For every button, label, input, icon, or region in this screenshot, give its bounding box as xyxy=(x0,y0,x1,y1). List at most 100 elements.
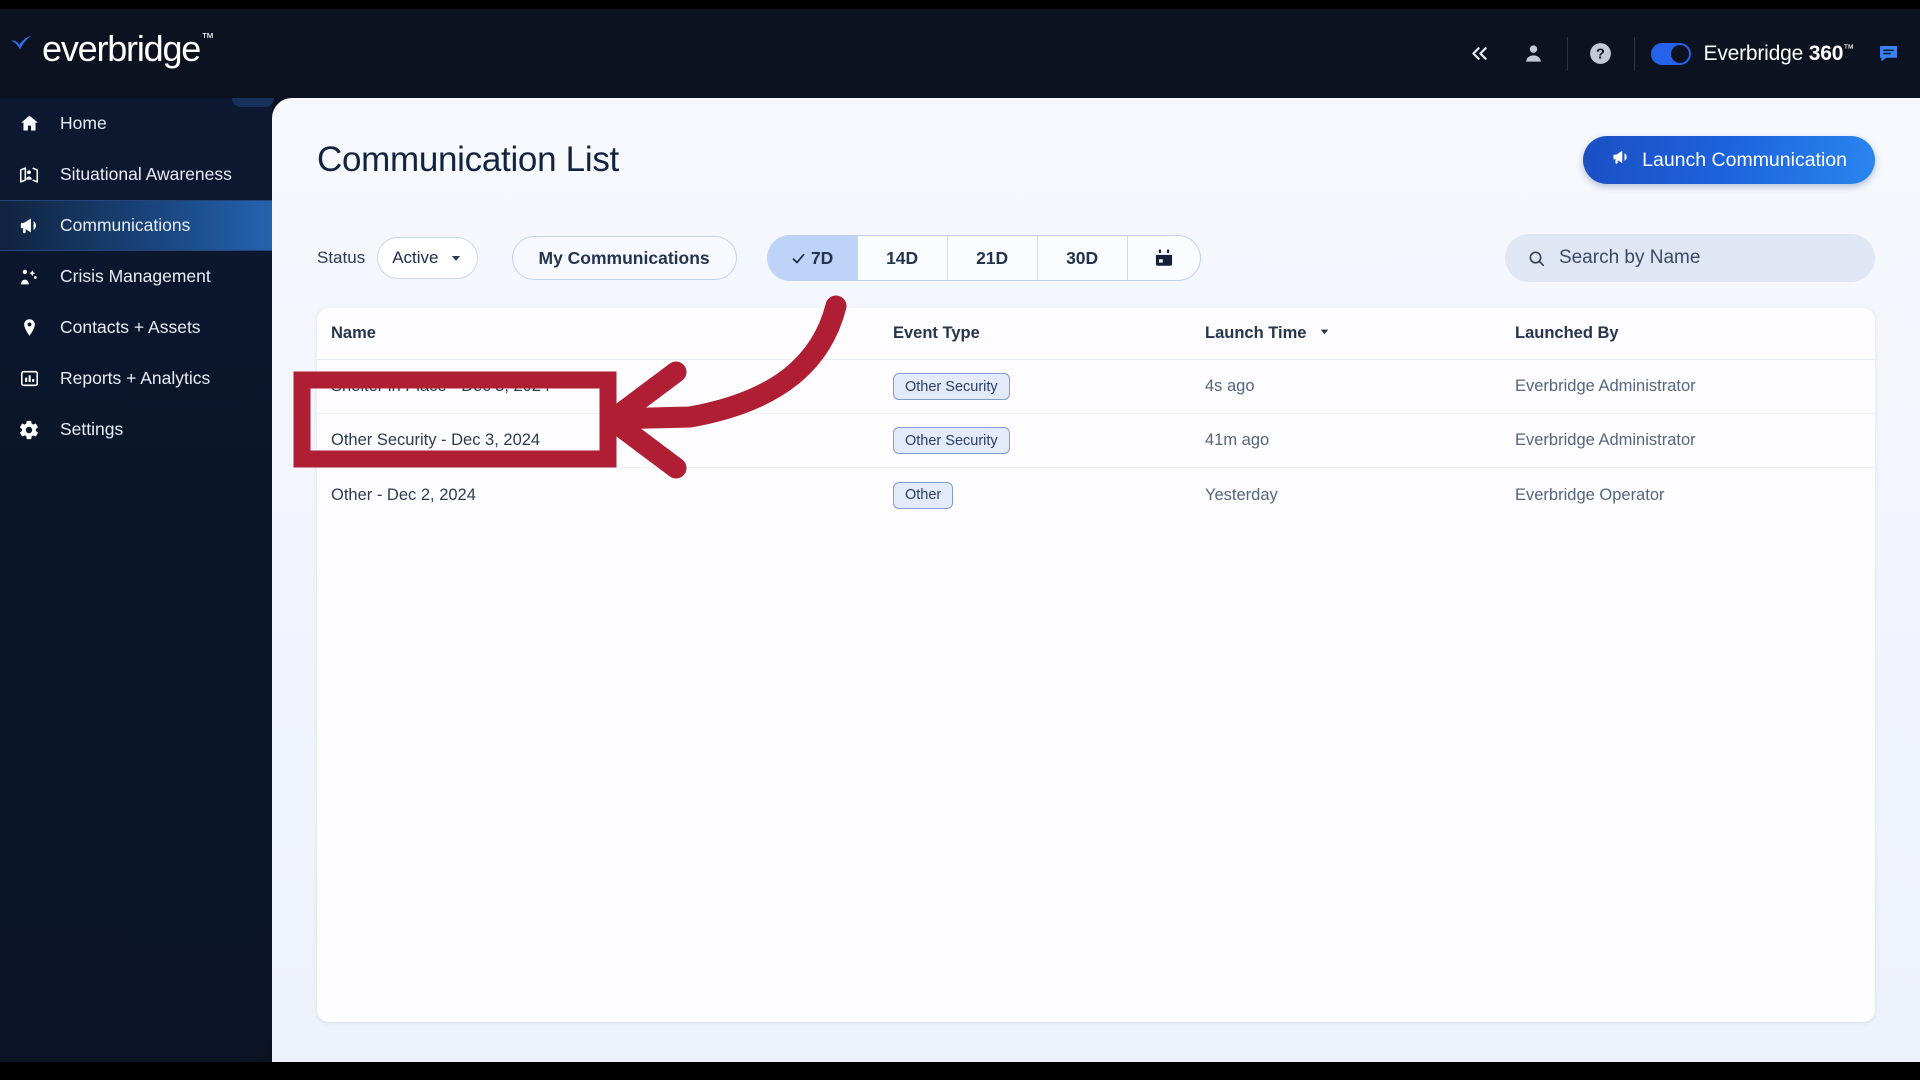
time-range-segmented-control: 7D 14D 21D 30D xyxy=(766,235,1201,281)
status-dropdown[interactable]: Active xyxy=(377,237,478,279)
brand-toggle-label: Everbridge 360™ xyxy=(1703,41,1855,66)
everbridge-logo: everbridge ™ xyxy=(8,30,214,74)
search-box[interactable] xyxy=(1505,234,1875,282)
cell-name: Shelter in Place - Dec 3, 2024 xyxy=(331,377,551,395)
cell-name: Other Security - Dec 3, 2024 xyxy=(331,431,541,449)
svg-text:?: ? xyxy=(1596,47,1605,63)
sidebar-item-settings[interactable]: Settings xyxy=(0,404,272,455)
calendar-icon xyxy=(1155,249,1172,266)
table-row[interactable]: Shelter in Place - Dec 3, 2024 Other Sec… xyxy=(317,360,1875,414)
main-content-area: Communication List Launch Communication … xyxy=(272,98,1920,1062)
map-person-icon xyxy=(17,163,41,187)
cell-name: Other - Dec 2, 2024 xyxy=(331,485,476,504)
location-pin-icon xyxy=(17,316,41,340)
application-window: Home Situational Awareness Communication… xyxy=(0,9,1920,1062)
cell-launch-time: 41m ago xyxy=(1205,431,1270,449)
check-icon xyxy=(792,253,805,263)
search-input[interactable] xyxy=(1558,247,1853,269)
page-title: Communication List xyxy=(317,140,619,179)
user-icon xyxy=(1526,45,1541,62)
megaphone-icon xyxy=(1611,147,1631,173)
chat-support-button[interactable] xyxy=(1866,27,1910,81)
cell-event-type: Other Security xyxy=(893,427,1205,454)
sidebar-item-crisis-management[interactable]: Crisis Management xyxy=(0,251,272,302)
brand-tm: ™ xyxy=(1843,42,1854,55)
chat-bubble-icon xyxy=(1879,46,1897,62)
range-option-14d[interactable]: 14D xyxy=(858,236,948,280)
header-divider xyxy=(1566,36,1568,71)
help-circle-icon: ? xyxy=(1590,43,1611,64)
table-header-row: Name Event Type Launch Time Launched By xyxy=(317,308,1875,360)
filter-toolbar: Status Active My Communications 7D 14D 2… xyxy=(317,233,1875,283)
sidebar-item-reports-analytics[interactable]: Reports + Analytics xyxy=(0,353,272,404)
column-header-name[interactable]: Name xyxy=(331,324,893,343)
my-communications-filter-button[interactable]: My Communications xyxy=(511,236,737,280)
range-option-7d[interactable]: 7D xyxy=(767,236,858,280)
top-header-bar: everbridge ™ ? Everbridge 360™ xyxy=(0,9,1920,98)
help-button[interactable]: ? xyxy=(1574,27,1628,81)
cell-launched-by: Everbridge Operator xyxy=(1515,485,1665,504)
search-icon xyxy=(1529,251,1545,266)
cell-event-type: Other Security xyxy=(893,373,1205,400)
event-type-badge: Other xyxy=(893,481,954,509)
sidebar-item-communications[interactable]: Communications xyxy=(0,200,272,251)
column-header-launch-time[interactable]: Launch Time xyxy=(1205,324,1515,343)
launch-communication-label: Launch Communication xyxy=(1642,148,1847,171)
cell-launch-time: Yesterday xyxy=(1205,485,1278,504)
event-type-badge: Other Security xyxy=(893,427,1010,454)
cell-launched-by: Everbridge Administrator xyxy=(1515,377,1696,395)
megaphone-icon xyxy=(17,214,41,238)
brand-bold: 360 xyxy=(1808,41,1844,65)
status-label: Status xyxy=(317,248,366,267)
caret-down-icon xyxy=(1318,324,1331,343)
logo-trademark: ™ xyxy=(201,30,215,45)
user-account-button[interactable] xyxy=(1507,27,1561,81)
chevron-double-left-icon xyxy=(1472,47,1487,60)
range-label: 14D xyxy=(886,247,919,268)
range-option-30d[interactable]: 30D xyxy=(1038,236,1128,280)
sidebar-item-label: Communications xyxy=(60,215,191,235)
column-header-launched-by[interactable]: Launched By xyxy=(1515,324,1875,343)
brand-prefix: Everbridge xyxy=(1703,41,1809,65)
custom-date-range-button[interactable] xyxy=(1128,236,1200,280)
cell-event-type: Other xyxy=(893,481,1205,509)
home-icon xyxy=(17,112,41,136)
launch-communication-button[interactable]: Launch Communication xyxy=(1583,136,1875,184)
sidebar-item-home[interactable]: Home xyxy=(0,98,272,149)
cell-launched-by: Everbridge Administrator xyxy=(1515,431,1696,449)
column-header-launch-time-label: Launch Time xyxy=(1205,323,1307,342)
bar-chart-icon xyxy=(17,367,41,391)
sidebar-navigation: Home Situational Awareness Communication… xyxy=(0,9,274,1062)
everbridge-360-toggle[interactable]: Everbridge 360™ xyxy=(1641,42,1866,66)
sidebar-item-label: Situational Awareness xyxy=(60,164,232,184)
sidebar-item-contacts-assets[interactable]: Contacts + Assets xyxy=(0,302,272,353)
cell-launch-time: 4s ago xyxy=(1205,377,1255,395)
status-value: Active xyxy=(392,248,439,267)
gear-icon xyxy=(17,418,41,442)
sidebar-item-label: Reports + Analytics xyxy=(60,368,211,388)
page-header: Communication List Launch Communication xyxy=(317,120,1875,200)
sidebar-item-label: Crisis Management xyxy=(60,266,211,286)
sidebar-item-label: Contacts + Assets xyxy=(60,317,201,337)
sidebar-item-situational-awareness[interactable]: Situational Awareness xyxy=(0,149,272,200)
my-communications-label: My Communications xyxy=(538,247,710,268)
header-actions: ? Everbridge 360™ xyxy=(1453,9,1910,98)
everbridge-checkmark-icon xyxy=(8,32,42,66)
event-type-badge: Other Security xyxy=(893,373,1010,400)
toggle-switch[interactable] xyxy=(1650,42,1691,65)
header-divider xyxy=(1633,36,1635,71)
communications-table: Name Event Type Launch Time Launched By … xyxy=(317,308,1875,1022)
range-label: 7D xyxy=(810,247,834,268)
logo-wordmark: everbridge xyxy=(42,28,201,69)
range-label: 21D xyxy=(976,247,1009,268)
header-collapse-button[interactable] xyxy=(1453,27,1507,81)
range-option-21d[interactable]: 21D xyxy=(948,236,1038,280)
chevron-down-icon xyxy=(451,255,460,261)
range-label: 30D xyxy=(1066,247,1099,268)
table-row[interactable]: Other Security - Dec 3, 2024 Other Secur… xyxy=(317,414,1875,468)
sidebar-item-label: Settings xyxy=(60,419,124,439)
sidebar-item-label: Home xyxy=(60,113,107,133)
people-network-icon xyxy=(17,265,41,289)
table-row[interactable]: Other - Dec 2, 2024 Other Yesterday Ever… xyxy=(317,468,1875,522)
column-header-event-type[interactable]: Event Type xyxy=(893,324,1205,343)
